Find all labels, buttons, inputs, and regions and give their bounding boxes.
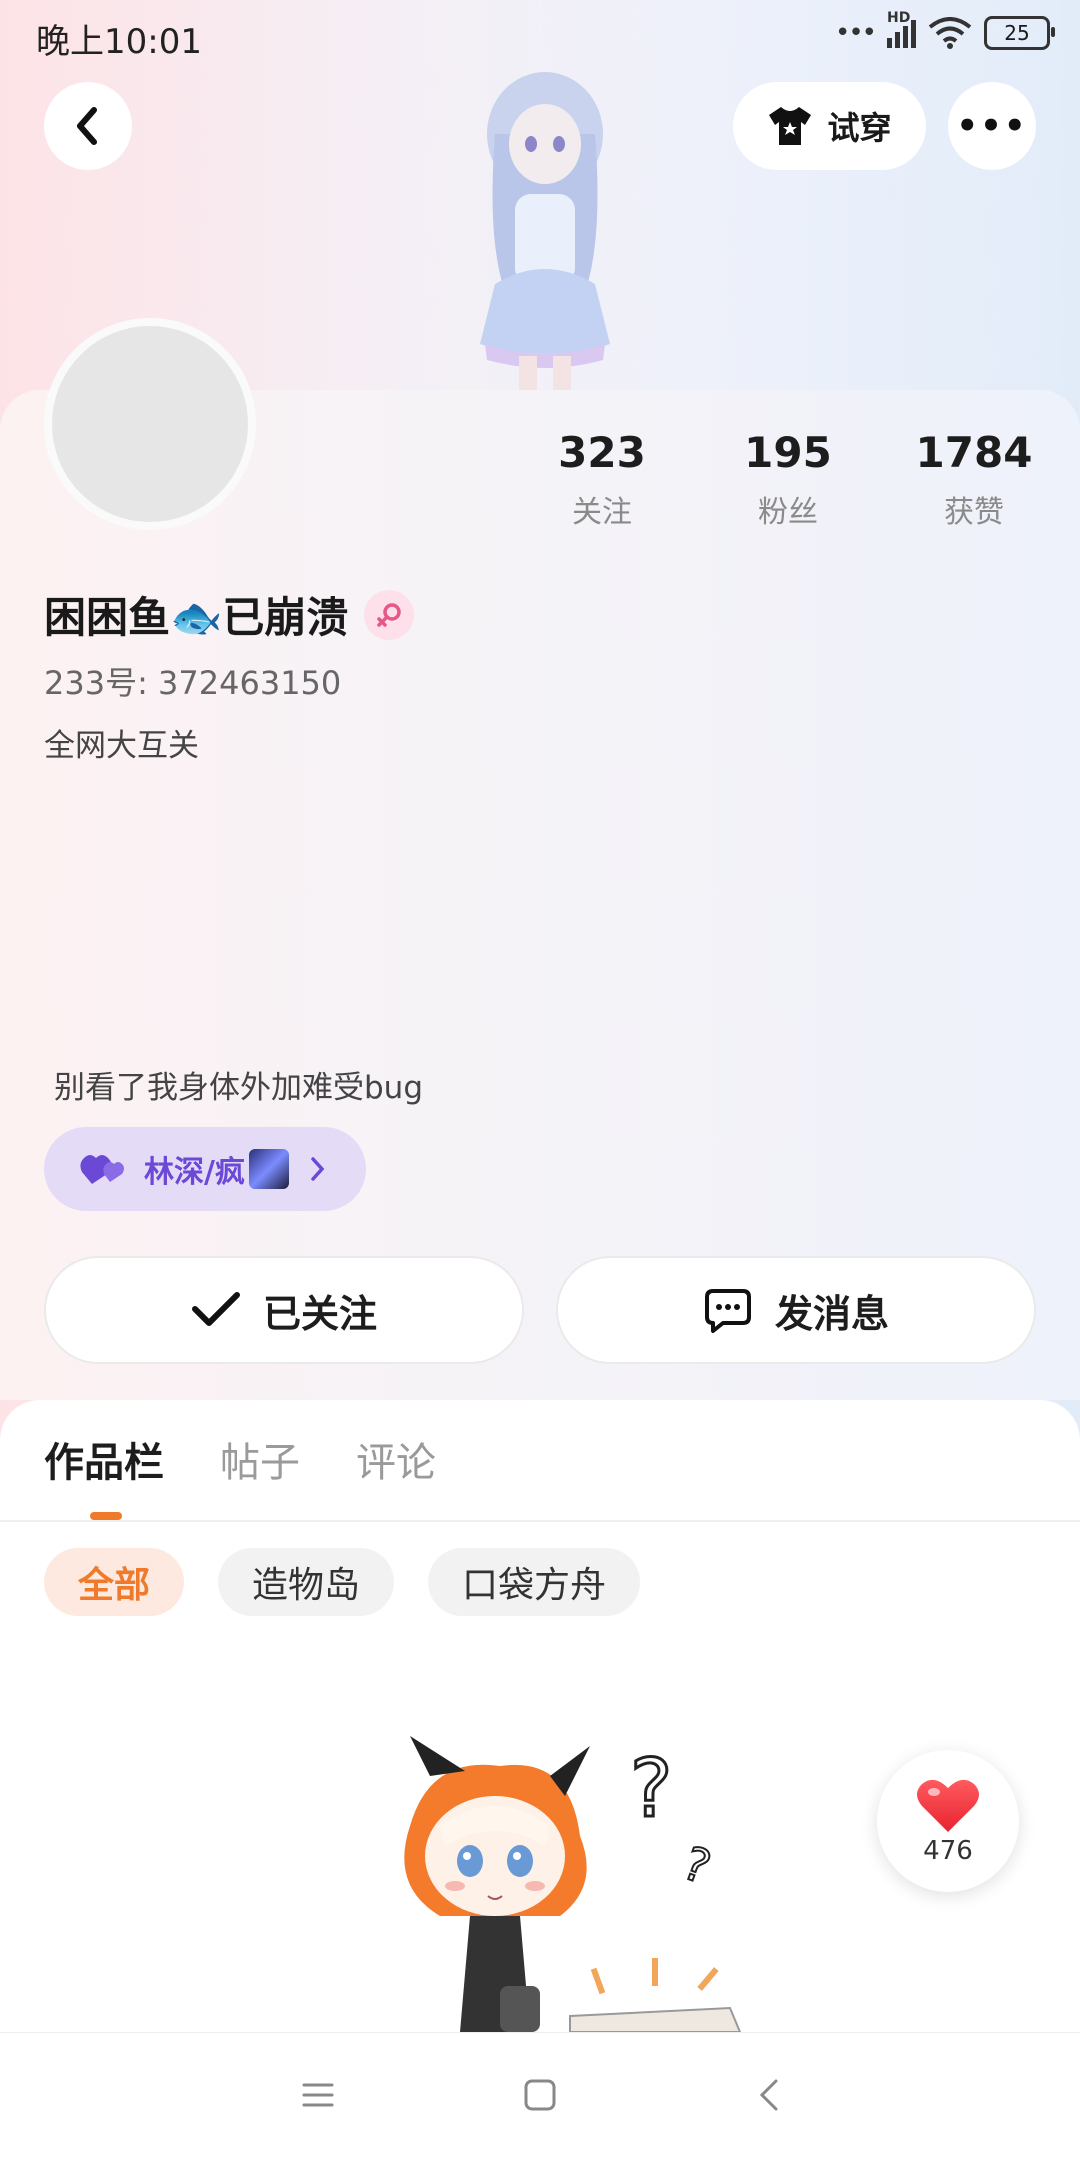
avatar[interactable]	[44, 318, 256, 530]
user-id: 233号: 372463150	[44, 664, 342, 702]
status-icons: ••• HD 25	[834, 10, 1055, 50]
tag-emoji-image	[248, 1149, 289, 1189]
like-count: 476	[923, 1836, 973, 1866]
followed-button[interactable]: 已关注	[44, 1256, 524, 1364]
double-heart-icon	[80, 1155, 124, 1184]
filter-creation-island[interactable]: 造物岛	[218, 1548, 395, 1616]
menu-icon[interactable]	[300, 2077, 336, 2113]
filter-pocket-ark[interactable]: 口袋方舟	[428, 1548, 641, 1616]
home-icon[interactable]	[522, 2077, 558, 2113]
shirt-icon	[769, 107, 812, 145]
try-on-label: 试穿	[827, 109, 892, 147]
nickname-text-2: 已崩溃	[222, 593, 349, 642]
empty-state-illustration: ? ?	[370, 1736, 750, 2033]
filter-chips: 全部 造物岛 口袋方舟	[44, 1548, 641, 1616]
stat-value: 1784	[915, 428, 1033, 477]
stat-fans[interactable]: 195 粉丝	[708, 428, 868, 531]
bio-line: 全网大互关	[44, 728, 199, 764]
stat-label: 获赞	[944, 495, 1004, 530]
message-label: 发消息	[774, 1291, 889, 1336]
chevron-left-icon	[77, 107, 97, 145]
filter-all[interactable]: 全部	[44, 1548, 185, 1616]
message-button[interactable]: 发消息	[556, 1256, 1036, 1364]
system-nav-bar	[0, 2032, 1080, 2161]
content-tabs: 作品栏 帖子 评论	[44, 1430, 436, 1488]
heart-icon	[917, 1779, 979, 1832]
battery-icon: 25	[984, 16, 1055, 50]
status-time: 晚上10:01	[36, 22, 202, 62]
more-icon: •••	[956, 106, 1028, 146]
tab-comments[interactable]: 评论	[356, 1430, 436, 1488]
stat-label: 关注	[572, 495, 632, 530]
network-label: HD	[887, 10, 911, 26]
tab-posts[interactable]: 帖子	[220, 1430, 300, 1488]
profile-card	[0, 390, 1080, 1400]
stat-value: 195	[744, 428, 832, 477]
chevron-right-icon	[311, 1157, 325, 1181]
followed-label: 已关注	[262, 1291, 377, 1336]
stat-value: 323	[558, 428, 646, 477]
relationship-tag[interactable]: 林深/疯	[44, 1127, 366, 1211]
chat-bubble-icon	[704, 1289, 751, 1333]
fish-emoji-icon: 🐟	[170, 593, 223, 642]
tab-indicator	[90, 1512, 122, 1520]
svg-text:?: ?	[630, 1742, 672, 1835]
like-float-button[interactable]: 476	[877, 1750, 1019, 1892]
back-nav-icon[interactable]	[752, 2077, 788, 2113]
stat-following[interactable]: 323 关注	[522, 428, 682, 531]
more-button[interactable]: •••	[948, 82, 1036, 170]
tab-works[interactable]: 作品栏	[44, 1430, 164, 1488]
svg-text:?: ?	[676, 1836, 717, 1895]
nickname-text-1: 困困鱼	[44, 593, 171, 642]
try-on-button[interactable]: 试穿	[733, 82, 926, 170]
wifi-icon	[928, 17, 972, 49]
more-dots-icon: •••	[834, 18, 877, 48]
stat-label: 粉丝	[758, 495, 818, 530]
back-button[interactable]	[44, 82, 132, 170]
divider	[0, 1520, 1080, 1522]
signature: 别看了我身体外加难受bug	[54, 1070, 424, 1106]
stat-likes[interactable]: 1784 获赞	[894, 428, 1054, 531]
tag-label: 林深/疯	[144, 1155, 245, 1190]
signal-icon: HD	[887, 10, 916, 48]
check-icon	[191, 1292, 240, 1326]
avatar-3d-figure	[445, 64, 645, 390]
nickname: 困困鱼🐟已崩溃	[44, 584, 415, 645]
female-gender-icon	[364, 589, 415, 640]
